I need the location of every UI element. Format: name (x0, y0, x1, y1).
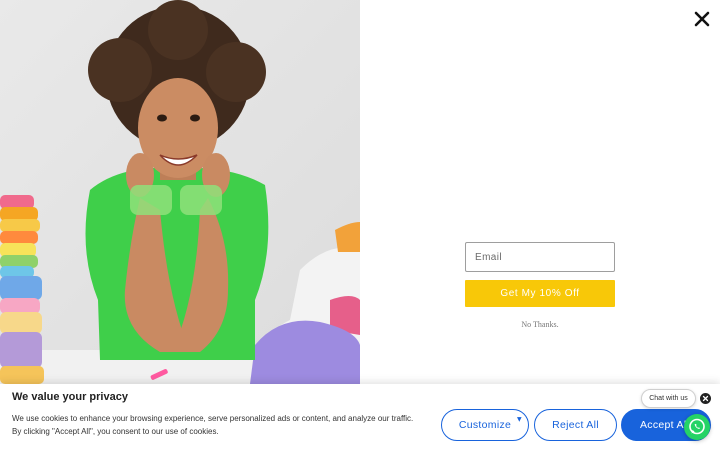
close-icon (702, 395, 709, 402)
close-icon (694, 11, 710, 27)
hero-photo (0, 0, 360, 384)
get-discount-button[interactable]: Get My 10% Off (465, 280, 615, 307)
cookie-banner: We value your privacy We use cookies to … (0, 384, 720, 450)
close-button[interactable] (692, 9, 712, 29)
reject-all-button[interactable]: Reject All (534, 409, 617, 441)
cookie-title: We value your privacy (12, 391, 128, 403)
caret-down-icon: ▼ (517, 416, 522, 423)
no-thanks-link[interactable]: No Thanks. (465, 320, 615, 329)
cookie-description: We use cookies to enhance your browsing … (12, 414, 414, 436)
chat-with-us-button[interactable]: Chat with us (641, 389, 696, 408)
page: Get My 10% Off No Thanks. We value your … (0, 0, 720, 450)
email-field[interactable] (465, 242, 615, 272)
whatsapp-button[interactable] (684, 414, 710, 440)
customize-button[interactable]: Customize (441, 409, 529, 441)
whatsapp-icon (689, 418, 705, 435)
chat-close-button[interactable] (700, 393, 711, 404)
